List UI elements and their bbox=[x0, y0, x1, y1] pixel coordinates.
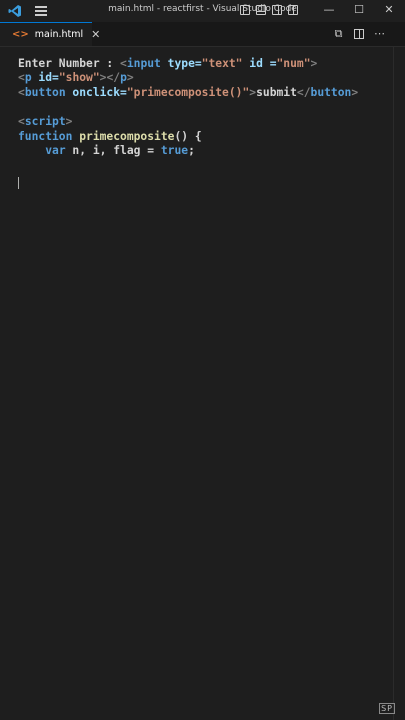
close-button[interactable]: ✕ bbox=[383, 3, 395, 16]
code-line-5: <script> bbox=[18, 115, 73, 128]
toggle-primary-sidebar-icon[interactable] bbox=[240, 5, 250, 15]
code-line-7: var n, i, flag = true; bbox=[45, 144, 195, 157]
tab-main-html[interactable]: <> main.html ✕ bbox=[0, 22, 100, 46]
editor-actions: ⧉ ⋯ bbox=[333, 27, 385, 41]
code-editor[interactable]: Enter Number : <input type="text" id ="n… bbox=[0, 47, 394, 720]
maximize-button[interactable]: ☐ bbox=[353, 3, 365, 16]
toggle-panel-icon[interactable] bbox=[256, 5, 266, 15]
menu-icon[interactable] bbox=[35, 6, 47, 16]
split-editor-icon[interactable] bbox=[354, 29, 364, 39]
code-line-2: <p id="show"></p> bbox=[18, 71, 134, 84]
layout-controls bbox=[240, 5, 298, 15]
code-line-3: <button onclick="primecomposite()">submi… bbox=[18, 86, 359, 99]
text-cursor bbox=[18, 177, 19, 189]
code-line-6: function primecomposite() { bbox=[18, 130, 202, 143]
watermark-logo: SP bbox=[379, 703, 395, 714]
title-bar: main.html - reactfirst - Visual Studio C… bbox=[0, 0, 405, 23]
editor-tab-bar: <> main.html ✕ ⧉ ⋯ bbox=[0, 22, 405, 47]
customize-layout-icon[interactable] bbox=[288, 5, 298, 15]
minimize-button[interactable]: — bbox=[323, 3, 335, 16]
vertical-scrollbar[interactable] bbox=[393, 47, 405, 720]
open-preview-icon[interactable]: ⧉ bbox=[333, 27, 344, 41]
tab-close-icon[interactable]: ✕ bbox=[91, 28, 100, 41]
more-actions-icon[interactable]: ⋯ bbox=[374, 27, 385, 41]
tab-label: main.html bbox=[34, 29, 84, 40]
vscode-logo-icon bbox=[8, 5, 21, 17]
window-controls: — ☐ ✕ bbox=[323, 3, 395, 16]
toggle-secondary-sidebar-icon[interactable] bbox=[272, 5, 282, 15]
code-line-1: Enter Number : <input type="text" id ="n… bbox=[18, 57, 318, 70]
html-file-icon: <> bbox=[12, 29, 29, 40]
